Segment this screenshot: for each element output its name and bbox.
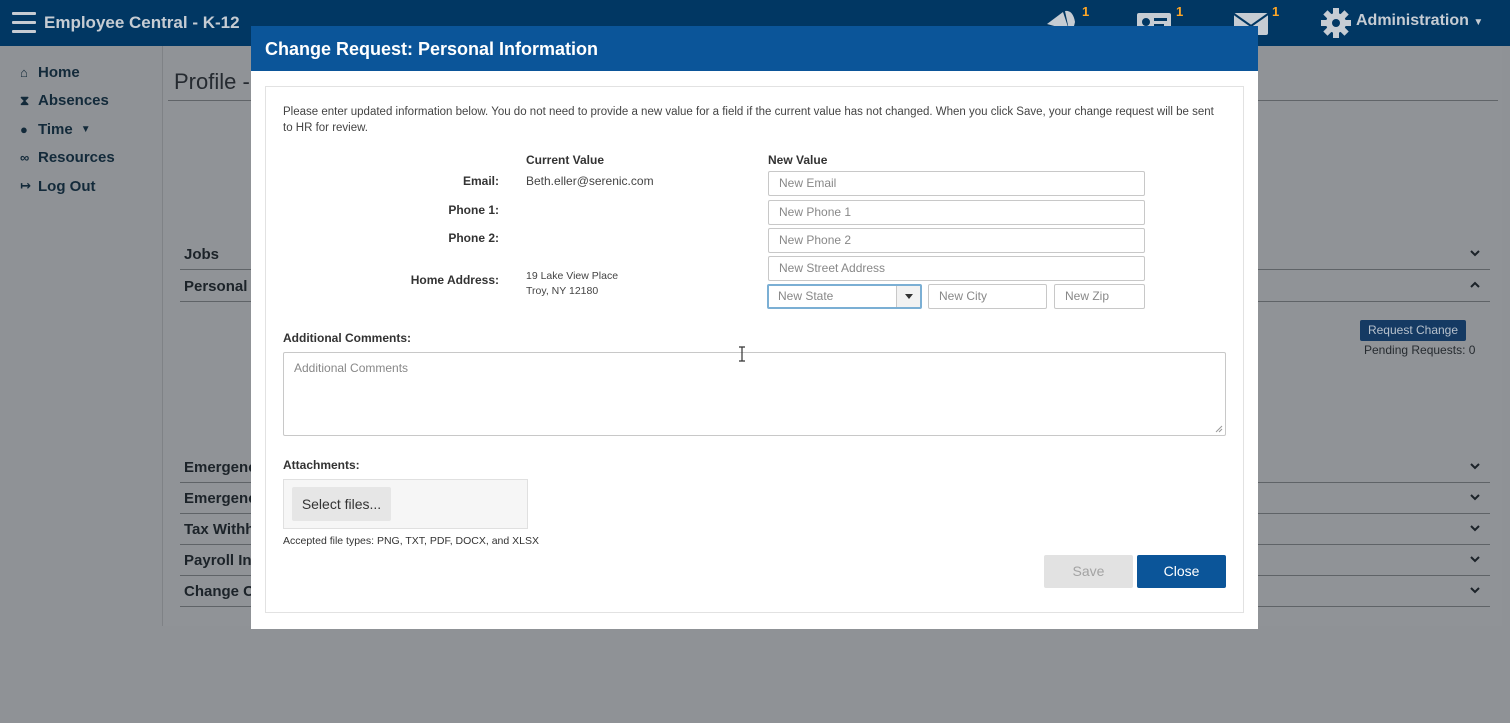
new-value-header: New Value [768, 153, 828, 167]
chevron-down-icon [1470, 525, 1480, 532]
current-address: 19 Lake View Place Troy, NY 12180 [526, 269, 618, 299]
attachments-label: Attachments: [283, 458, 360, 472]
comments-textarea[interactable]: Additional Comments [283, 352, 1226, 436]
notifications-badge: 1 [1082, 4, 1090, 19]
page-title: Profile - [174, 69, 250, 94]
chevron-down-icon [1470, 250, 1480, 257]
new-state-placeholder: New State [778, 289, 834, 303]
sidebar-item-resources[interactable]: ∞ Resources [20, 144, 115, 173]
comments-label: Additional Comments: [283, 331, 411, 345]
email-label: Email: [462, 174, 499, 188]
new-zip-input[interactable]: New Zip [1054, 284, 1145, 309]
request-change-button[interactable]: Request Change [1360, 320, 1466, 341]
close-button[interactable]: Close [1137, 555, 1226, 588]
chevron-down-icon [1470, 463, 1480, 470]
current-value-header: Current Value [526, 153, 605, 167]
administration-menu[interactable]: Administration ▼ [1356, 12, 1483, 30]
modal-title: Change Request: Personal Information [265, 39, 599, 59]
sidebar-item-absences[interactable]: ⧗ Absences [20, 87, 115, 116]
modal-body [265, 86, 1244, 613]
current-address-line2: Troy, NY 12180 [526, 285, 599, 297]
change-request-modal: Change Request: Personal Information Ple… [251, 26, 1258, 629]
messages-badge: 1 [1272, 4, 1280, 19]
home-address-label: Home Address: [410, 273, 499, 287]
pending-requests: Pending Requests: 0 [1364, 343, 1476, 357]
sidebar-item-time[interactable]: ● Time ▼ [20, 115, 115, 144]
new-street-address-input[interactable]: New Street Address [768, 256, 1145, 281]
comments-placeholder: Additional Comments [294, 361, 409, 375]
sidebar-item-home[interactable]: ⌂ Home [20, 58, 115, 87]
new-state-select[interactable]: New State [767, 284, 922, 309]
text-cursor-icon [739, 346, 745, 362]
file-upload-area: Select files... [283, 479, 528, 529]
new-email-input[interactable]: New Email [768, 171, 1145, 196]
new-phone2-input[interactable]: New Phone 2 [768, 228, 1145, 253]
resize-handle-icon[interactable] [1215, 425, 1223, 433]
caret-down-icon: ▼ [1473, 17, 1484, 28]
sidebar: ⌂ Home ⧗ Absences ● Time ▼ ∞ Resources ↦ Log O… [20, 58, 115, 201]
id-card-badge: 1 [1176, 4, 1184, 19]
clock-icon: ● [20, 121, 28, 137]
sidebar-item-logout[interactable]: ↦ Log Out [20, 172, 115, 201]
current-email: Beth.eller@serenic.com [526, 174, 654, 188]
chevron-up-icon [1470, 281, 1480, 288]
chevron-down-icon [1470, 587, 1480, 594]
chevron-down-icon [1470, 494, 1480, 501]
accepted-file-types: Accepted file types: PNG, TXT, PDF, DOCX… [283, 535, 539, 547]
phone1-label: Phone 1: [448, 203, 499, 217]
home-icon: ⌂ [20, 64, 28, 80]
intro-text: Please enter updated information below. … [283, 106, 1214, 134]
current-address-line1: 19 Lake View Place [526, 270, 619, 282]
save-button[interactable]: Save [1044, 555, 1133, 588]
app-title[interactable]: Employee Central - K-12 [44, 13, 240, 33]
chevron-down-icon [1470, 556, 1480, 563]
gear-icon[interactable] [1319, 6, 1353, 40]
new-phone1-input[interactable]: New Phone 1 [768, 200, 1145, 225]
dropdown-arrow-icon[interactable] [896, 286, 920, 307]
select-files-button[interactable]: Select files... [292, 487, 391, 521]
new-city-input[interactable]: New City [928, 284, 1047, 309]
link-icon: ∞ [20, 150, 30, 166]
logout-icon: ↦ [20, 178, 31, 194]
hamburger-menu-icon[interactable] [12, 12, 36, 34]
modal-header: Change Request: Personal Information [251, 26, 1258, 71]
phone2-label: Phone 2: [448, 231, 499, 245]
caret-down-icon: ▼ [80, 123, 91, 135]
hourglass-icon: ⧗ [20, 92, 30, 108]
